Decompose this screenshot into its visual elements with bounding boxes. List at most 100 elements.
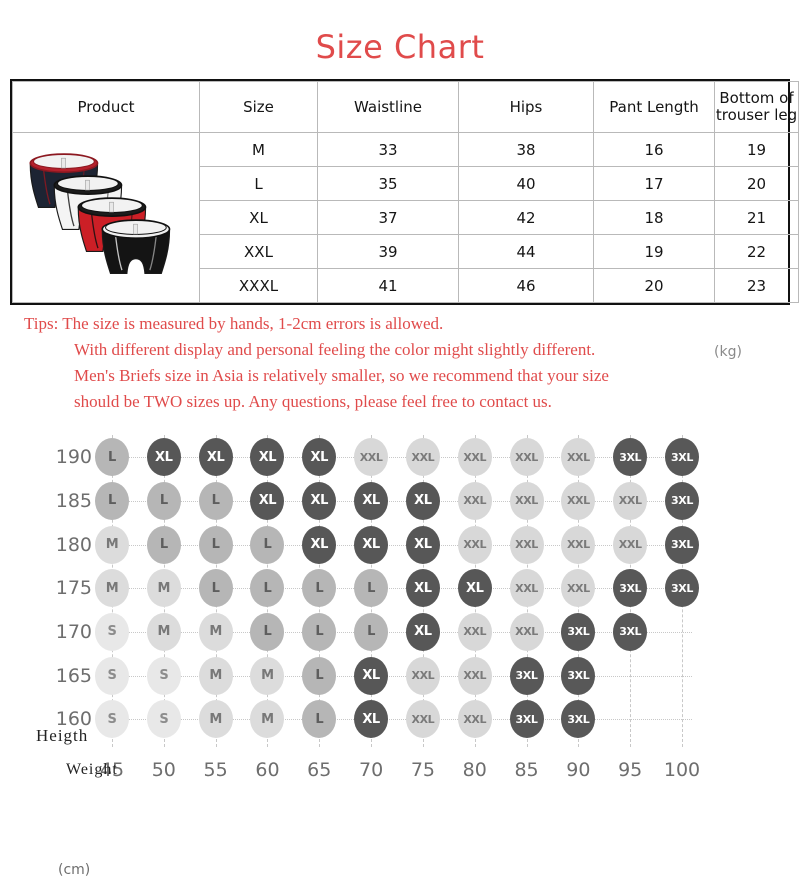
col-header-waistline: Waistline [317,81,459,134]
cell-waistline: 37 [317,200,459,236]
table-header-row: Product Size Waistline Hips Pant Length … [12,81,799,134]
size-bubble: XXL [509,525,544,564]
size-table-container: Product Size Waistline Hips Pant Length … [10,79,799,306]
size-bubble: XL [405,481,440,520]
size-bubble: XXL [561,525,596,564]
size-bubble: M [95,525,129,564]
cell-size: L [199,166,318,202]
size-bubble: L [250,612,285,651]
y-axis-tick-180: 180 [55,533,92,556]
size-bubble: XXL [405,700,440,739]
size-bubble: 3XL [613,612,648,651]
size-bubble: XXL [613,481,648,520]
size-bubble: XXL [405,438,440,477]
size-bubble: XXL [457,438,492,477]
cell-bottom-of-trouser-leg: 19 [714,132,799,168]
cell-pant-length: 20 [593,268,715,304]
size-bubble: 3XL [509,700,544,739]
cell-size: XXL [199,234,318,270]
size-bubble: S [95,612,129,651]
y-axis-tick-165: 165 [55,664,92,687]
y-axis-unit: (cm) [58,862,91,878]
size-bubble: L [354,612,389,651]
size-bubble: XXL [561,481,596,520]
size-bubble: XL [354,656,389,695]
size-bubble: L [95,438,129,477]
x-axis-tick-100: 100 [663,759,701,782]
size-recommendation-chart: (cm) 190 185 180 175 170 165 160 L XL XL XL XL XXL XX… [0,419,800,878]
size-bubble: M [146,569,181,608]
size-bubble: L [250,525,285,564]
size-bubble: L [198,525,233,564]
size-bubble: 3XL [665,438,699,477]
size-bubble: XL [302,481,337,520]
cell-size: M [199,132,318,168]
size-bubble: XL [354,700,389,739]
size-bubble: L [354,569,389,608]
size-bubble: 3XL [665,569,699,608]
size-bubble: XXL [613,525,648,564]
size-bubble: S [146,656,181,695]
cell-hips: 38 [458,132,594,168]
size-bubble: L [302,700,337,739]
cell-pant-length: 19 [593,234,715,270]
y-axis-tick-190: 190 [55,446,92,469]
cell-waistline: 33 [317,132,459,168]
size-bubble: 3XL [613,438,648,477]
size-bubble: M [250,700,285,739]
size-bubble: XL [405,612,440,651]
size-bubble: XXL [509,569,544,608]
size-bubble: XXL [509,438,544,477]
size-bubble: L [146,481,181,520]
table-row: M 33 38 16 19 [12,132,799,304]
size-bubble: 3XL [561,612,596,651]
cell-hips: 44 [458,234,594,270]
size-bubble: XL [250,438,285,477]
size-bubble: XXL [509,612,544,651]
size-table: Product Size Waistline Hips Pant Length … [12,81,799,304]
size-bubble: XL [405,569,440,608]
y-axis-title: Heigth [36,726,89,745]
cell-waistline: 35 [317,166,459,202]
cell-hips: 42 [458,200,594,236]
product-illustration [29,152,171,274]
cell-bottom-of-trouser-leg: 22 [714,234,799,270]
tip-line-3: Men's Briefs size in Asia is relatively … [74,366,609,386]
cell-size: XL [199,200,318,236]
size-bubble: XL [302,438,337,477]
size-bubble: XXL [457,700,492,739]
size-bubble: XL [354,525,389,564]
size-bubble: L [302,569,337,608]
col-header-bottom-of-trouser-leg: Bottom of trouser leg [714,81,799,134]
tips-block: Tips: The size is measured by hands, 1-2… [0,315,800,410]
size-bubble: XL [146,438,181,477]
size-bubble: XXL [405,656,440,695]
cell-waistline: 41 [317,268,459,304]
size-bubble: L [95,481,129,520]
size-bubble: 3XL [613,569,648,608]
size-bubble: XL [198,438,233,477]
size-bubble: XXL [509,481,544,520]
size-bubble: XXL [354,438,389,477]
size-bubble: XL [457,569,492,608]
size-bubble: 3XL [561,700,596,739]
cell-bottom-of-trouser-leg: 20 [714,166,799,202]
size-bubble: XXL [457,612,492,651]
y-axis-tick-175: 175 [55,577,92,600]
size-bubble: M [198,656,233,695]
size-bubble: S [95,700,129,739]
cell-hips: 40 [458,166,594,202]
cell-pant-length: 18 [593,200,715,236]
x-axis-title: Weight [66,761,118,778]
cell-bottom-of-trouser-leg: 21 [714,200,799,236]
size-bubble: M [198,700,233,739]
size-bubble: 3XL [509,656,544,695]
col-header-size: Size [199,81,318,134]
size-bubble: XXL [561,438,596,477]
size-bubble: XL [302,525,337,564]
size-bubble: S [95,656,129,695]
size-bubble: M [250,656,285,695]
col-header-hips: Hips [458,81,594,134]
cell-bottom-of-trouser-leg: 23 [714,268,799,304]
y-axis-tick-170: 170 [55,620,92,643]
